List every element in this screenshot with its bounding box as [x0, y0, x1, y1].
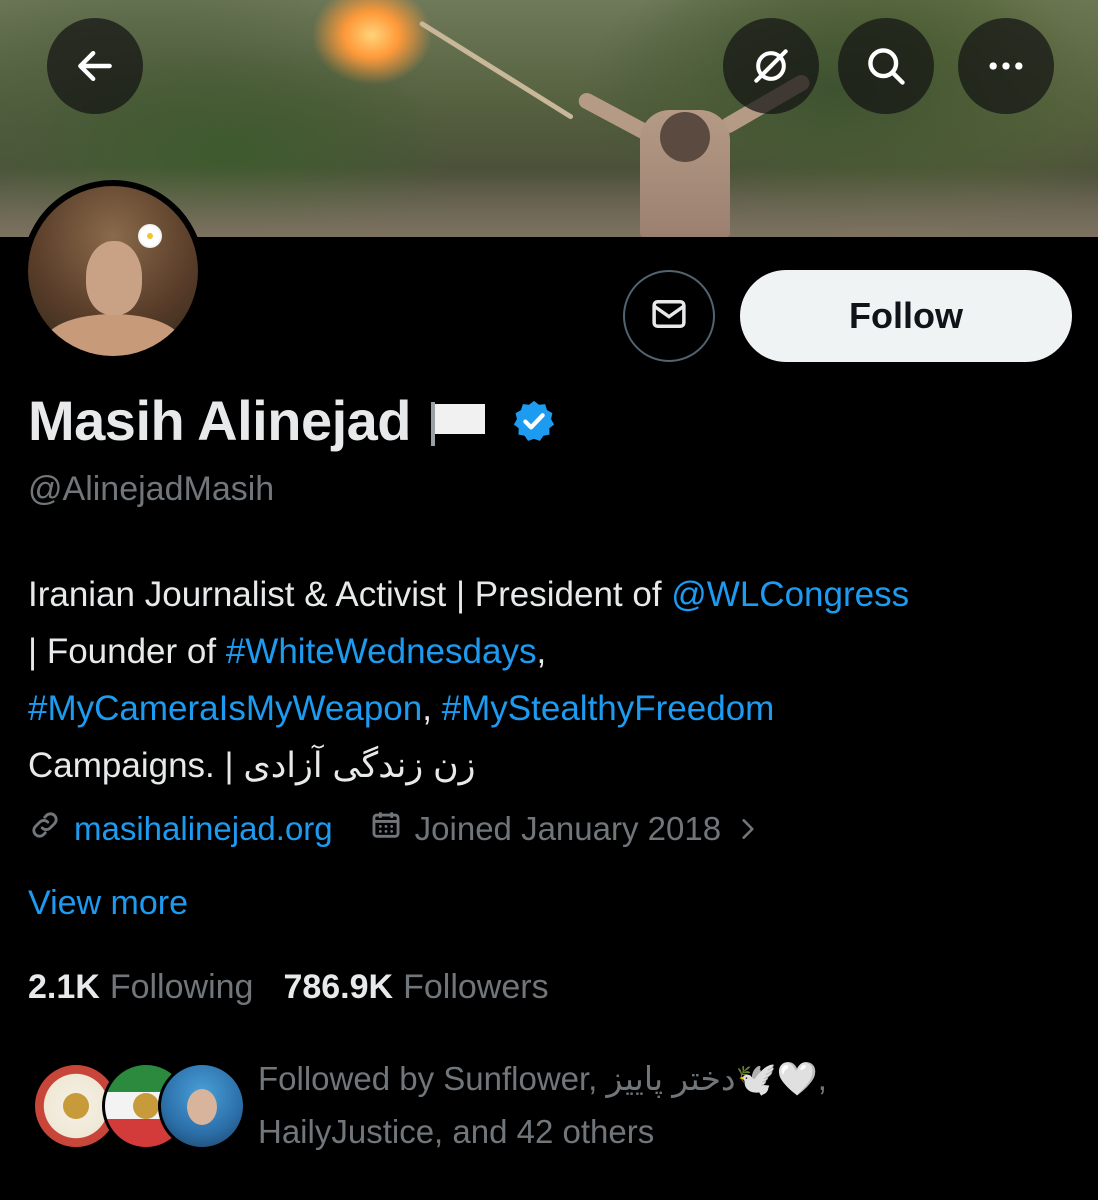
chevron-right-icon: [735, 814, 773, 844]
following-count: 2.1K: [28, 968, 100, 1006]
user-handle: @AlinejadMasih: [28, 470, 275, 508]
followers-label: Followers: [403, 968, 549, 1006]
bio-hashtag-link[interactable]: #MyStealthyFreedom: [442, 689, 775, 728]
bio-mention-link[interactable]: @WLCongress: [671, 575, 909, 614]
avatar-photo: [28, 186, 198, 356]
avatar-shoulders: [43, 314, 183, 356]
followed-by-line: HailyJustice, and 42 others: [258, 1113, 655, 1150]
lion-sun-emblem-icon: [63, 1093, 89, 1119]
bio-text: ,: [536, 632, 547, 671]
bio-text: Iranian Journalist & Activist | Presiden…: [28, 575, 672, 614]
avatar: [158, 1062, 246, 1150]
profile-bio: Iranian Journalist & Activist | Presiden…: [28, 566, 1078, 794]
back-arrow-icon: [73, 44, 117, 88]
website-item[interactable]: masihalinejad.org: [28, 808, 333, 850]
search-button[interactable]: [838, 18, 934, 114]
bio-hashtag-link[interactable]: #MyCameraIsMyWeapon: [28, 689, 422, 728]
joined-date: Joined January 2018: [414, 810, 722, 847]
verified-badge-icon[interactable]: [511, 398, 557, 444]
message-button[interactable]: [623, 270, 715, 362]
mail-icon: [648, 293, 690, 340]
avatar-face: [86, 241, 142, 315]
bio-hashtag-link[interactable]: #WhiteWednesdays: [226, 632, 537, 671]
following-label: Following: [109, 968, 254, 1006]
grok-icon: [749, 44, 793, 88]
followed-by-text[interactable]: Followed by Sunflower, دختر پاییز🕊️🤍, Ha…: [258, 1052, 1058, 1158]
display-name: Masih Alinejad: [28, 389, 412, 452]
white-flag-icon: [429, 396, 489, 446]
link-icon: [28, 808, 74, 850]
followers-count: 786.9K: [283, 968, 394, 1006]
more-button[interactable]: [958, 18, 1054, 114]
following-stat[interactable]: 2.1K Following: [28, 968, 253, 1007]
back-button[interactable]: [47, 18, 143, 114]
avatar-face: [187, 1089, 217, 1125]
banner-figure-head: [660, 112, 710, 162]
followed-by-line: Followed by Sunflower, دختر پاییز🕊️🤍,: [258, 1060, 827, 1097]
name-row: Masih Alinejad: [28, 388, 557, 453]
joined-item[interactable]: Joined January 2018: [369, 808, 773, 850]
mutual-follower-avatars[interactable]: [32, 1062, 246, 1152]
more-icon: [984, 44, 1028, 88]
bio-text: ,: [422, 689, 442, 728]
bio-text: Campaigns. | زن زندگی آزادی: [28, 746, 476, 785]
follow-stats: 2.1K Following 786.9K Followers: [28, 968, 549, 1007]
follow-button[interactable]: Follow: [740, 270, 1072, 362]
bio-text: | Founder of: [28, 632, 226, 671]
search-icon: [864, 44, 908, 88]
website-link[interactable]: masihalinejad.org: [74, 810, 333, 848]
calendar-icon: [369, 808, 415, 850]
view-more-link[interactable]: View more: [28, 884, 188, 923]
flower-icon: [140, 226, 160, 246]
followers-stat[interactable]: 786.9K Followers: [283, 968, 548, 1007]
lion-sun-emblem-icon: [133, 1093, 159, 1119]
profile-avatar[interactable]: [22, 180, 204, 362]
grok-button[interactable]: [723, 18, 819, 114]
profile-meta: masihalinejad.org Joined January 2018: [28, 808, 773, 850]
